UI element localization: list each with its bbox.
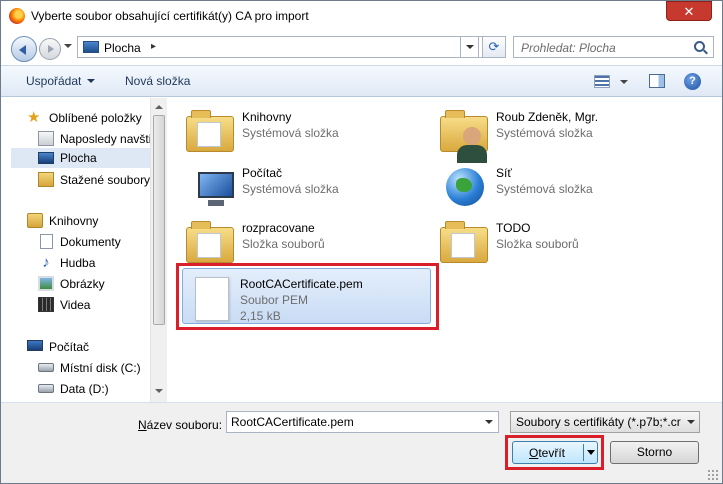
firefox-icon: [9, 8, 25, 24]
file-item-user[interactable]: Roub Zdeněk, Mgr. Systémová složka: [424, 102, 674, 163]
cancel-button[interactable]: Storno: [610, 441, 699, 464]
desktop-icon: [38, 152, 54, 164]
file-name: Knihovny: [242, 110, 292, 124]
breadcrumb-separator-icon[interactable]: ▸: [151, 41, 156, 52]
address-bar[interactable]: Plocha ▸: [77, 36, 505, 58]
desktop-icon: [83, 41, 99, 53]
filename-label: Název souboru:: [138, 418, 223, 432]
folder-icon: [186, 221, 234, 263]
sidebar-item-label: Oblíbené položky: [49, 111, 142, 125]
address-location[interactable]: Plocha: [104, 41, 141, 55]
network-icon: [440, 164, 488, 210]
sidebar-item-label: Naposledy navšti: [60, 132, 152, 146]
title-bar: Vyberte soubor obsahující certifikát(y) …: [1, 1, 722, 32]
file-type: Systémová složka: [242, 126, 339, 140]
file-type: Systémová složka: [242, 182, 339, 196]
sidebar-item-label: Místní disk (C:): [60, 361, 141, 375]
file-type-dropdown-button[interactable]: [683, 412, 699, 432]
filename-dropdown-button[interactable]: [480, 412, 498, 432]
change-view-icon[interactable]: [594, 75, 610, 88]
file-name: Počítač: [242, 166, 283, 180]
disk-icon: [38, 363, 54, 372]
file-type: Systémová složka: [496, 126, 593, 140]
folder-icon: [440, 221, 488, 263]
pictures-icon: [38, 276, 54, 291]
file-open-dialog: Vyberte soubor obsahující certifikát(y) …: [0, 0, 723, 484]
sidebar-item-label: Obrázky: [60, 277, 105, 291]
organize-button[interactable]: Uspořádat: [26, 74, 95, 88]
command-bar: Uspořádat Nová složka ?: [1, 65, 722, 97]
preview-pane-icon[interactable]: [649, 74, 665, 88]
open-button-highlight: [505, 435, 604, 470]
file-item-network[interactable]: Síť Systémová složka: [424, 158, 674, 214]
sidebar-item-label: Plocha: [60, 151, 97, 165]
sidebar-item-desktop[interactable]: Plocha: [11, 148, 150, 168]
file-type: Složka souborů: [242, 237, 325, 251]
search-input[interactable]: Prohledat: Plocha: [521, 41, 616, 55]
file-item-computer[interactable]: Počítač Systémová složka: [170, 158, 420, 214]
sidebar-item-label: Knihovny: [49, 214, 99, 228]
videos-icon: [38, 297, 54, 312]
file-item-rozpracovane[interactable]: rozpracovane Složka souborů: [170, 213, 420, 269]
music-icon: ♪: [42, 254, 50, 271]
scrollbar-thumb[interactable]: [153, 115, 165, 325]
file-name: TODO: [496, 221, 531, 235]
view-options-dropdown[interactable]: [620, 80, 628, 84]
refresh-icon: ⟳: [488, 39, 500, 54]
back-button[interactable]: [11, 36, 37, 62]
documents-icon: [40, 234, 53, 249]
downloads-icon: [38, 172, 54, 187]
navigation-pane: ★ Oblíbené položky Naposledy navšti Ploc…: [1, 98, 167, 402]
libraries-icon: [27, 213, 43, 228]
file-item-libraries[interactable]: Knihovny Systémová složka: [170, 102, 420, 158]
address-dropdown-button[interactable]: [460, 36, 479, 58]
libraries-folder-icon: [186, 110, 234, 152]
file-name: Síť: [496, 166, 512, 180]
file-type: Systémová složka: [496, 182, 593, 196]
sidebar-item-label: Data (D:): [60, 382, 109, 396]
dialog-footer: Název souboru: Soubory s certifikáty (*.…: [1, 402, 722, 483]
refresh-button[interactable]: ⟳: [482, 36, 506, 58]
sidebar-item-label: Počítač: [49, 340, 90, 354]
window-title: Vyberte soubor obsahující certifikát(y) …: [31, 9, 309, 23]
disk-icon: [38, 384, 54, 393]
computer-icon: [27, 340, 43, 351]
sidebar-item-label: Hudba: [60, 256, 96, 270]
file-name: rozpracovane: [242, 221, 315, 235]
user-folder-icon: [440, 110, 488, 163]
selected-file-highlight: [176, 263, 439, 330]
file-item-todo[interactable]: TODO Složka souborů: [424, 213, 674, 269]
computer-icon: [186, 164, 234, 210]
scroll-down-icon[interactable]: [155, 389, 163, 393]
file-type: Složka souborů: [496, 237, 579, 251]
sidebar-item-label: Dokumenty: [60, 235, 121, 249]
recent-locations-dropdown[interactable]: [64, 44, 72, 48]
recent-places-icon: [38, 131, 54, 146]
close-button[interactable]: ✕: [666, 1, 712, 21]
scroll-up-icon[interactable]: [155, 105, 163, 109]
search-icon[interactable]: [694, 41, 705, 52]
search-box[interactable]: Prohledat: Plocha: [513, 36, 714, 58]
help-icon[interactable]: ?: [684, 73, 701, 90]
sidebar-item-label: Stažené soubory: [60, 173, 151, 187]
navigation-scrollbar[interactable]: [150, 98, 167, 402]
star-icon: ★: [27, 109, 41, 126]
filename-input[interactable]: [226, 411, 499, 433]
sidebar-item-label: Videa: [60, 298, 91, 312]
file-name: Roub Zdeněk, Mgr.: [496, 110, 599, 124]
file-list: Knihovny Systémová složka Roub Zdeněk, M…: [168, 98, 722, 402]
forward-button[interactable]: [39, 38, 61, 60]
resize-grip-icon[interactable]: [707, 469, 719, 481]
file-type-filter[interactable]: Soubory s certifikáty (*.p7b;*.cr: [510, 411, 700, 433]
new-folder-button[interactable]: Nová složka: [125, 74, 190, 88]
